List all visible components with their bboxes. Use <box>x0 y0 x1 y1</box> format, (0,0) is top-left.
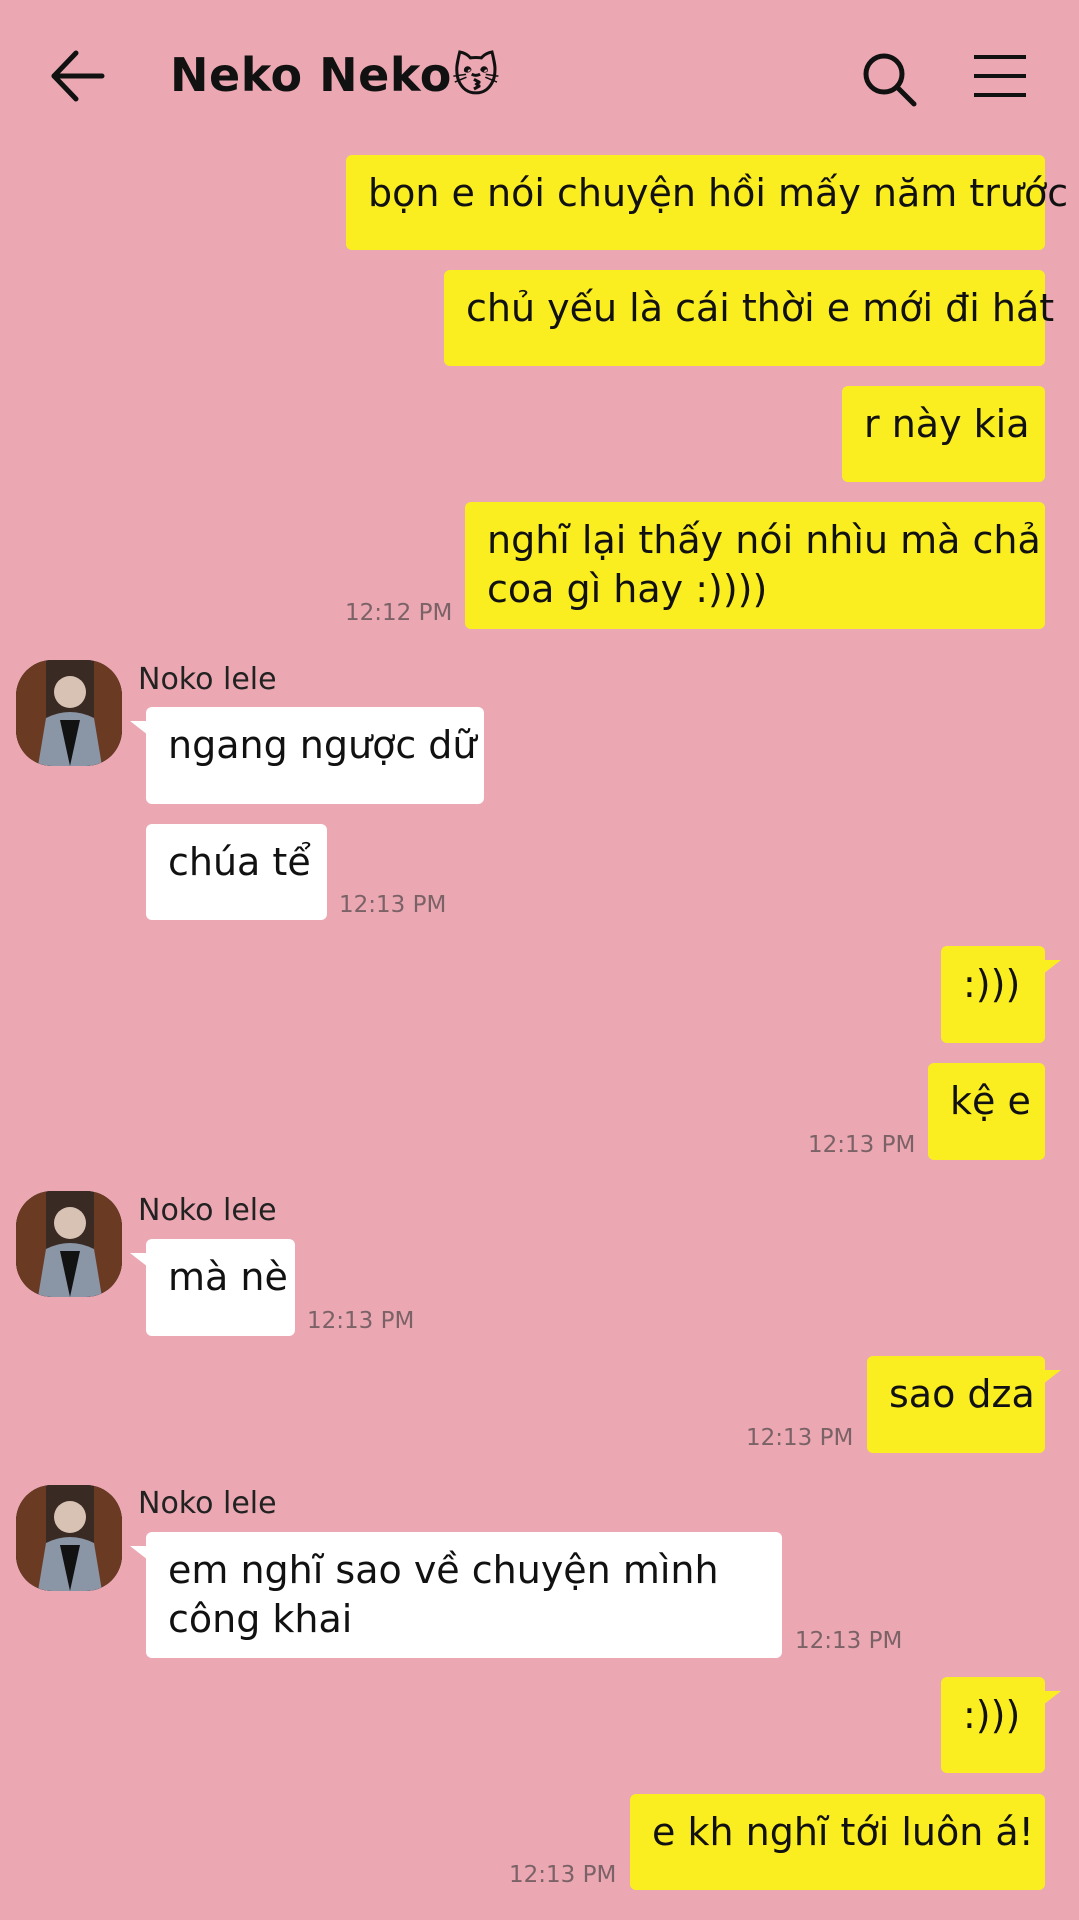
message-bubble-outgoing[interactable]: sao dza <box>867 1356 1061 1453</box>
message-bubble-outgoing[interactable]: nghĩ lại thấy nói nhìu mà chả coa gì hay… <box>465 502 1045 629</box>
search-icon[interactable] <box>860 50 920 110</box>
message-text: kệ e <box>950 1079 1031 1123</box>
message-bubble-outgoing[interactable]: bọn e nói chuyện hồi mấy năm trước <box>346 155 1068 250</box>
chat-title: Neko Neko😽 <box>170 48 500 102</box>
message-bubble-outgoing[interactable]: :))) <box>941 946 1061 1043</box>
message-text: :))) <box>963 962 1021 1006</box>
message-text: sao dza <box>889 1372 1035 1416</box>
message-timestamp: 12:13 PM <box>808 1132 916 1158</box>
back-arrow-icon[interactable] <box>48 45 118 107</box>
message-bubble-outgoing[interactable]: kệ e <box>928 1063 1045 1160</box>
avatar[interactable] <box>16 1485 122 1591</box>
chat-header: Neko Neko😽 <box>0 0 1079 150</box>
message-bubble-incoming[interactable]: em nghĩ sao về chuyện mình công khai <box>130 1532 782 1658</box>
message-text: chúa tể <box>168 840 311 884</box>
avatar[interactable] <box>16 660 122 766</box>
message-timestamp: 12:13 PM <box>307 1308 415 1334</box>
message-timestamp: 12:12 PM <box>345 600 453 626</box>
message-bubble-outgoing[interactable]: e kh nghĩ tới luôn á! <box>630 1794 1045 1890</box>
message-bubble-outgoing[interactable]: chủ yếu là cái thời e mới đi hát <box>444 270 1054 366</box>
message-text: bọn e nói chuyện hồi mấy năm trước <box>368 171 1069 215</box>
message-timestamp: 12:13 PM <box>795 1628 903 1654</box>
message-text: chủ yếu là cái thời e mới đi hát <box>466 286 1055 330</box>
message-timestamp: 12:13 PM <box>339 892 447 918</box>
message-text-line: nghĩ lại thấy nói nhìu mà chả <box>487 518 1041 562</box>
message-bubble-outgoing[interactable]: :))) <box>941 1677 1061 1773</box>
message-text-line: coa gì hay :)))) <box>487 567 768 611</box>
message-text-line: công khai <box>168 1597 353 1641</box>
sender-name: Noko lele <box>138 1486 277 1521</box>
sender-name: Noko lele <box>138 662 277 697</box>
message-timestamp: 12:13 PM <box>509 1862 617 1888</box>
message-text-line: em nghĩ sao về chuyện mình <box>168 1548 719 1592</box>
message-bubble-incoming[interactable]: chúa tể <box>146 824 327 920</box>
message-text: r này kia <box>864 402 1030 446</box>
message-text: :))) <box>963 1693 1021 1737</box>
menu-icon[interactable] <box>970 52 1030 102</box>
sender-name: Noko lele <box>138 1193 277 1228</box>
chat-title-text: Neko Neko <box>170 48 452 102</box>
message-bubble-incoming[interactable]: mà nè <box>130 1239 295 1336</box>
message-timestamp: 12:13 PM <box>746 1425 854 1451</box>
avatar[interactable] <box>16 1191 122 1297</box>
message-text: ngang ngược dữ <box>168 723 477 767</box>
message-text: e kh nghĩ tới luôn á! <box>652 1810 1034 1854</box>
message-bubble-outgoing[interactable]: r này kia <box>842 386 1045 482</box>
message-text: mà nè <box>168 1255 288 1299</box>
message-bubble-incoming[interactable]: ngang ngược dữ <box>130 707 484 804</box>
kissing-cat-emoji: 😽 <box>451 48 501 102</box>
